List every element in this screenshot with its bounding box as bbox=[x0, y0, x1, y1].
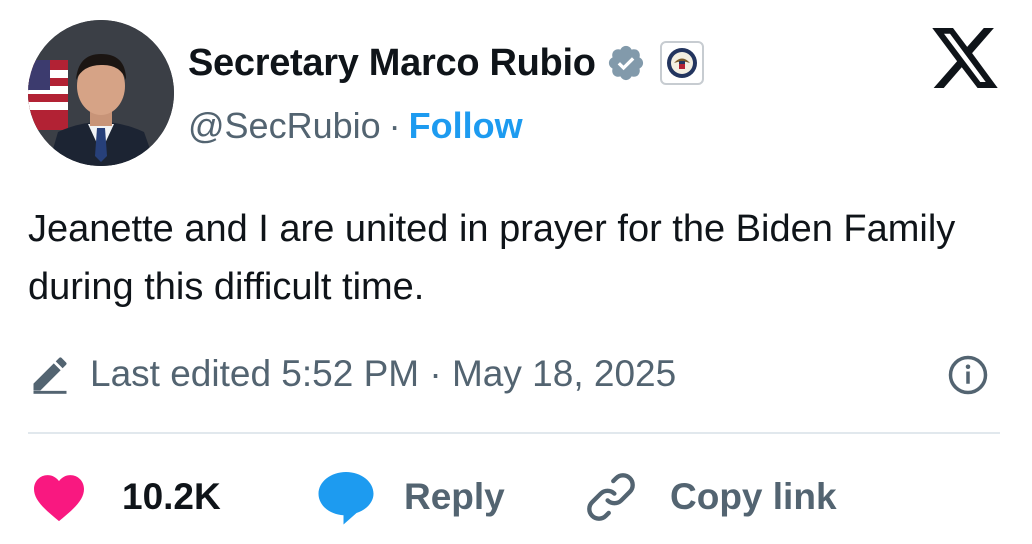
reply-bubble-icon bbox=[318, 472, 374, 525]
copy-link-button[interactable]: Copy link bbox=[582, 466, 837, 528]
info-icon[interactable] bbox=[947, 354, 989, 396]
divider bbox=[28, 432, 1000, 434]
avatar[interactable] bbox=[28, 20, 174, 166]
state-department-seal-icon[interactable] bbox=[659, 41, 704, 85]
follow-button[interactable]: Follow bbox=[409, 105, 523, 147]
pencil-icon bbox=[33, 357, 67, 394]
heart-icon bbox=[34, 475, 84, 522]
author-name[interactable]: Secretary Marco Rubio bbox=[188, 42, 596, 85]
reply-label: Reply bbox=[404, 476, 505, 517]
avatar-image bbox=[28, 20, 174, 166]
author-handle-row: @SecRubio · Follow bbox=[188, 102, 523, 150]
copy-link-label: Copy link bbox=[670, 476, 837, 517]
verified-badge-icon[interactable] bbox=[606, 43, 646, 83]
separator-dot: · bbox=[388, 105, 401, 146]
link-icon bbox=[587, 473, 635, 521]
edit-meta-row: Last edited 5:52 PM · May 18, 2025 bbox=[28, 346, 1003, 402]
author-name-row: Secretary Marco Rubio bbox=[188, 38, 704, 88]
last-edited-timestamp[interactable]: Last edited 5:52 PM · May 18, 2025 bbox=[90, 353, 676, 395]
tweet-text: Jeanette and I are united in prayer for … bbox=[28, 208, 956, 308]
tweet-actions: 10.2K Reply Copy link bbox=[28, 466, 1008, 528]
author-handle[interactable]: @SecRubio bbox=[188, 105, 381, 147]
like-button[interactable]: 10.2K bbox=[28, 466, 221, 528]
like-count: 10.2K bbox=[122, 476, 221, 517]
reply-button[interactable]: Reply bbox=[316, 466, 505, 528]
x-logo-icon[interactable] bbox=[932, 28, 998, 88]
